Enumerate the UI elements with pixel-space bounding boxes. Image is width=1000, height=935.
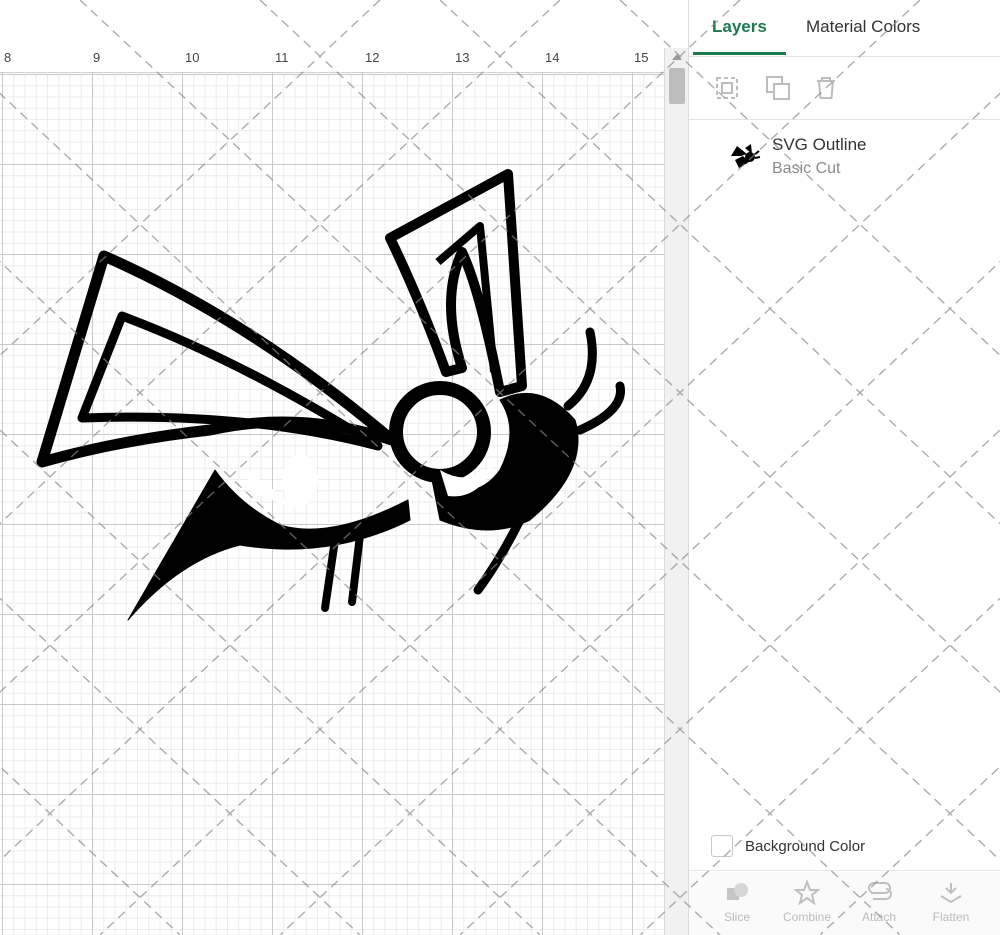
leg <box>348 531 364 606</box>
antenna <box>563 327 597 411</box>
layer-name: SVG Outline <box>772 135 867 154</box>
layer-actions-bar <box>689 57 1000 120</box>
head <box>429 392 579 531</box>
scroll-thumb[interactable] <box>669 68 685 104</box>
layer-operation: Basic Cut <box>772 160 841 177</box>
slice-label: Slice <box>723 910 750 924</box>
attach-button[interactable]: Attach <box>849 880 909 924</box>
vertical-scrollbar[interactable] <box>664 48 688 935</box>
tab-layers[interactable]: Layers <box>712 17 767 37</box>
slice-icon <box>727 883 748 900</box>
active-tab-indicator <box>693 52 786 55</box>
flatten-button[interactable]: Flatten <box>921 880 981 924</box>
combine-button[interactable]: Combine <box>777 880 837 924</box>
layer-thumbnail-icon <box>731 144 761 168</box>
leg <box>321 536 339 612</box>
duplicate-icon[interactable] <box>765 75 791 101</box>
combine-label: Combine <box>782 910 832 924</box>
background-color-row: Background Color <box>689 820 1000 871</box>
slice-button[interactable]: Slice <box>707 880 767 924</box>
wing-top <box>385 169 527 397</box>
layer-item[interactable]: SVG Outline Basic Cut <box>689 120 1000 190</box>
combine-icon <box>794 880 820 906</box>
group-icon[interactable] <box>714 75 740 101</box>
flatten-label: Flatten <box>932 910 970 924</box>
trash-icon[interactable] <box>813 75 839 101</box>
scroll-up-icon[interactable] <box>672 54 682 60</box>
background-color-checkbox[interactable] <box>711 835 733 857</box>
flatten-icon <box>940 883 962 904</box>
background-color-label: Background Color <box>745 838 866 855</box>
attach-icon <box>868 882 892 900</box>
layers-panel: Layers Material Colors SVG Outline Basic… <box>688 0 1000 935</box>
panel-tabs: Layers Material Colors <box>689 0 1000 57</box>
design-canvas[interactable]: 8 9 10 11 12 13 14 15 <box>0 0 688 935</box>
hornet-artwork[interactable] <box>0 0 664 935</box>
leg <box>473 515 525 595</box>
thorax <box>389 381 491 483</box>
bottom-toolbar: Slice Combine Attach Flatten <box>689 872 1000 935</box>
attach-label: Attach <box>861 910 897 924</box>
tab-material-colors[interactable]: Material Colors <box>806 17 920 37</box>
